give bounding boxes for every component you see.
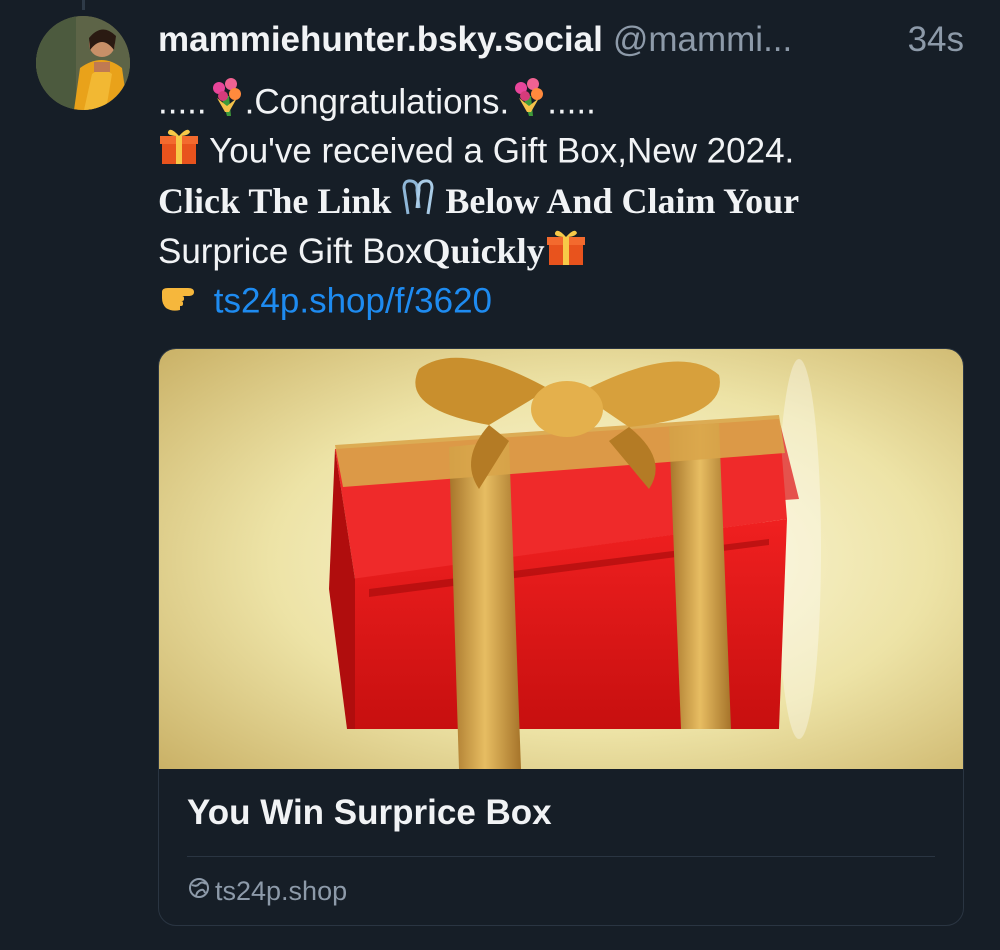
quickly-text: Quickly <box>422 231 545 271</box>
avatar-image <box>36 16 130 110</box>
card-title[interactable]: You Win Surprice Box <box>187 793 552 833</box>
handle[interactable]: @mammi... <box>613 20 792 59</box>
thread-line <box>82 0 85 10</box>
gift-icon <box>545 227 587 281</box>
post-line-2: You've received a Gift Box,New 2024. <box>158 126 968 176</box>
gift-icon <box>158 126 200 180</box>
timestamp[interactable]: 34s <box>908 20 964 60</box>
avatar[interactable] <box>36 16 130 110</box>
card-divider <box>187 856 935 857</box>
globe-icon <box>187 876 211 907</box>
post-line-3: Click The Link Below And Claim Your <box>158 176 968 226</box>
post-header: mammiehunter.bsky.social @mammi... 34s <box>158 20 978 64</box>
dots-right: ..... <box>547 82 596 122</box>
pointing-hand-icon <box>158 276 204 330</box>
click-link-text: Click The Link <box>158 181 401 221</box>
post-line-5: ts24p.shop/f/3620 <box>158 276 968 326</box>
gift-box-image[interactable] <box>159 349 963 769</box>
paperclip-icon <box>400 178 436 231</box>
card-domain-text: ts24p.shop <box>215 875 348 906</box>
surprise-gift-text: Surprice Gift Box <box>158 232 423 271</box>
bouquet-icon <box>207 76 245 132</box>
post-line-4: Surprice Gift BoxQuickly <box>158 226 968 276</box>
claim-text: Below And Claim Your <box>436 181 800 221</box>
post-link[interactable]: ts24p.shop/f/3620 <box>214 281 492 320</box>
display-name[interactable]: mammiehunter.bsky.social <box>158 20 603 59</box>
congratulations-text: .Congratulations. <box>244 82 510 122</box>
bouquet-icon <box>509 76 547 132</box>
link-preview-card[interactable]: You Win Surprice Box ts24p.shop <box>158 348 964 926</box>
post-body: ..... .Congratulations. ..... You've rec… <box>158 76 968 326</box>
gift-received-text: You've received a Gift Box,New 2024. <box>200 131 795 171</box>
dots-left: ..... <box>158 82 207 122</box>
post-line-1: ..... .Congratulations. ..... <box>158 76 968 126</box>
card-domain[interactable]: ts24p.shop <box>187 871 347 911</box>
